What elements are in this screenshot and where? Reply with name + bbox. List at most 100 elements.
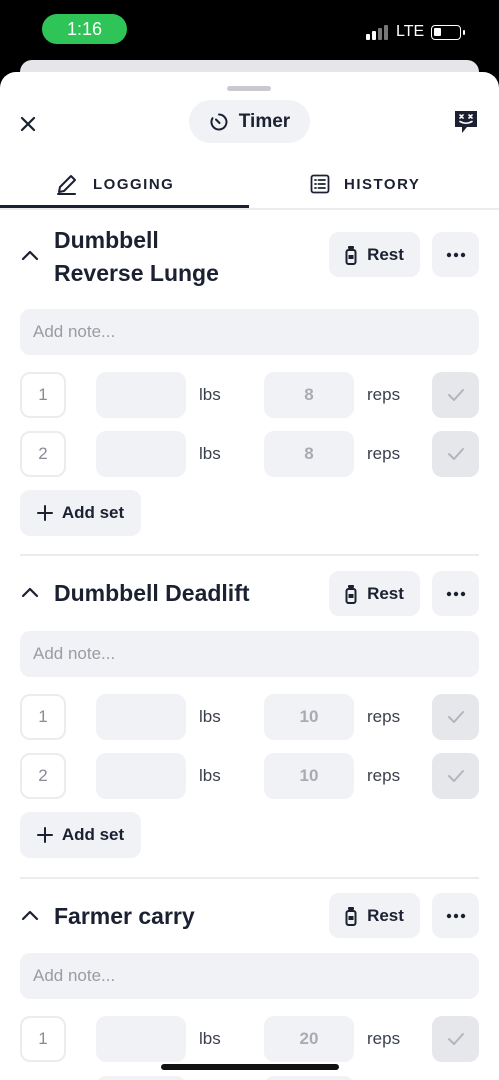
reps-input[interactable] [264,1076,354,1080]
weight-unit: lbs [199,385,221,404]
sheet-grabber[interactable] [227,86,271,91]
complete-set-button[interactable] [432,372,479,418]
set-number[interactable]: 2 [20,431,66,477]
more-dots-icon [446,913,465,918]
exercise-title: Dumbbell Deadlift [54,577,250,610]
tab-history[interactable]: HISTORY [310,162,420,206]
home-indicator[interactable] [161,1064,339,1070]
note-input[interactable]: Add note... [20,953,479,999]
reps-input[interactable]: 8 [264,431,354,477]
plus-icon [36,827,53,843]
network-label: LTE [396,23,425,40]
weight-unit: lbs [199,766,221,785]
more-options-button[interactable] [432,893,479,938]
exercise-title-line: Dumbbell [54,227,159,253]
weight-unit: lbs [199,1029,221,1048]
workout-sheet: Timer LOGGING HISTORY Dumbbell Reverse L… [0,72,499,1080]
tab-logging[interactable]: LOGGING [55,162,174,206]
close-icon [20,116,36,132]
rest-button[interactable]: Rest [329,232,420,277]
battery-icon [431,25,465,40]
timer-button[interactable]: Timer [189,100,310,143]
rest-button[interactable]: Rest [329,893,420,938]
weight-input[interactable] [96,1016,186,1062]
set-row: 2 lbs 10 reps [0,753,499,800]
exercise-title-line: Dumbbell Deadlift [54,580,250,606]
chevron-up-icon[interactable] [20,906,40,926]
chat-bot-icon [455,111,477,133]
timer-label: Timer [238,110,291,132]
plus-icon [36,505,53,521]
note-input[interactable]: Add note... [20,631,479,677]
add-set-button[interactable]: Add set [20,490,141,536]
tab-bar: LOGGING HISTORY [0,162,499,210]
check-icon [447,711,464,723]
more-options-button[interactable] [432,232,479,277]
tab-history-label: HISTORY [344,175,421,193]
set-number[interactable]: 1 [20,372,66,418]
chevron-up-icon[interactable] [20,246,40,266]
reps-unit: reps [367,385,401,404]
exercise-title: Farmer carry [54,900,195,933]
reps-input[interactable]: 20 [264,1016,354,1062]
add-set-button[interactable]: Add set [20,812,141,858]
divider [20,877,479,879]
timer-icon [210,113,228,130]
reps-unit: reps [367,766,401,785]
set-number[interactable]: 1 [20,1016,66,1062]
pencil-icon [57,175,76,195]
set-row: 1 lbs 8 reps [0,372,499,419]
water-bottle-icon [345,245,357,265]
weight-unit: lbs [199,444,221,463]
set-row-partial [0,1076,499,1080]
chevron-up-icon[interactable] [20,583,40,603]
reps-unit: reps [367,444,401,463]
exercise-title-line: Reverse Lunge [54,260,219,286]
set-row: 1 lbs 20 reps [0,1016,499,1063]
exercise-title-line: Farmer carry [54,903,195,929]
check-icon [447,448,464,460]
weight-unit: lbs [199,707,221,726]
close-button[interactable] [14,110,42,138]
signal-icon [366,25,388,40]
rest-button[interactable]: Rest [329,571,420,616]
tab-logging-label: LOGGING [93,175,175,193]
reps-input[interactable]: 10 [264,753,354,799]
exercise-title: Dumbbell Reverse Lunge [54,224,219,290]
water-bottle-icon [345,906,357,926]
status-time: 1:16 [42,14,127,44]
note-input[interactable]: Add note... [20,309,479,355]
reps-unit: reps [367,707,401,726]
complete-set-button[interactable] [432,694,479,740]
reps-input[interactable]: 10 [264,694,354,740]
set-number[interactable]: 2 [20,753,66,799]
complete-set-button[interactable] [432,431,479,477]
more-options-button[interactable] [432,571,479,616]
list-icon [310,174,330,194]
weight-input[interactable] [96,1076,186,1080]
weight-input[interactable] [96,372,186,418]
rest-label: Rest [367,244,404,264]
weight-input[interactable] [96,694,186,740]
more-dots-icon [446,591,465,596]
rest-label: Rest [367,905,404,925]
complete-set-button[interactable] [432,1016,479,1062]
check-icon [447,389,464,401]
active-tab-indicator [0,205,249,208]
reps-input[interactable]: 8 [264,372,354,418]
set-number[interactable]: 1 [20,694,66,740]
add-set-label: Add set [61,503,125,522]
add-set-label: Add set [61,825,125,844]
status-bar: 1:16 LTE [0,0,499,60]
complete-set-button[interactable] [432,753,479,799]
rest-label: Rest [367,583,404,603]
weight-input[interactable] [96,431,186,477]
reps-unit: reps [367,1029,401,1048]
chat-bot-button[interactable] [452,108,480,136]
check-icon [447,770,464,782]
divider [20,554,479,556]
weight-input[interactable] [96,753,186,799]
more-dots-icon [446,252,465,257]
set-row: 1 lbs 10 reps [0,694,499,741]
check-icon [447,1033,464,1045]
